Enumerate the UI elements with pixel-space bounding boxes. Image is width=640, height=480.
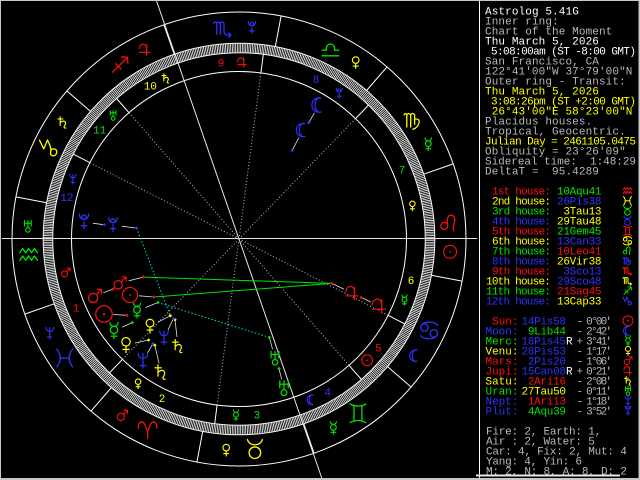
- svg-text:5: 5: [375, 344, 382, 356]
- svg-text:R: R: [566, 366, 573, 378]
- svg-text:- 3°52': - 3°52': [577, 406, 613, 418]
- svg-text:8: 8: [313, 75, 320, 87]
- svg-text:Plut:: Plut:: [485, 406, 518, 418]
- svg-text:6: 6: [408, 276, 415, 288]
- svg-text:3: 3: [254, 411, 261, 423]
- svg-text:13Cap33: 13Cap33: [557, 296, 602, 308]
- svg-text:2: 2: [159, 394, 166, 406]
- svg-text:1: 1: [73, 304, 80, 316]
- svg-text:4Aqu39: 4Aqu39: [522, 406, 567, 418]
- svg-text:12th house:: 12th house:: [486, 296, 551, 308]
- svg-text:R: R: [566, 336, 573, 348]
- svg-text:9: 9: [218, 58, 225, 70]
- svg-text:7: 7: [399, 165, 406, 177]
- svg-text:11: 11: [93, 126, 107, 138]
- svg-text:DeltaT = 95.4289: DeltaT = 95.4289: [485, 166, 599, 178]
- svg-text:4: 4: [324, 388, 331, 400]
- svg-text:12: 12: [60, 193, 73, 205]
- svg-text:10: 10: [144, 81, 157, 93]
